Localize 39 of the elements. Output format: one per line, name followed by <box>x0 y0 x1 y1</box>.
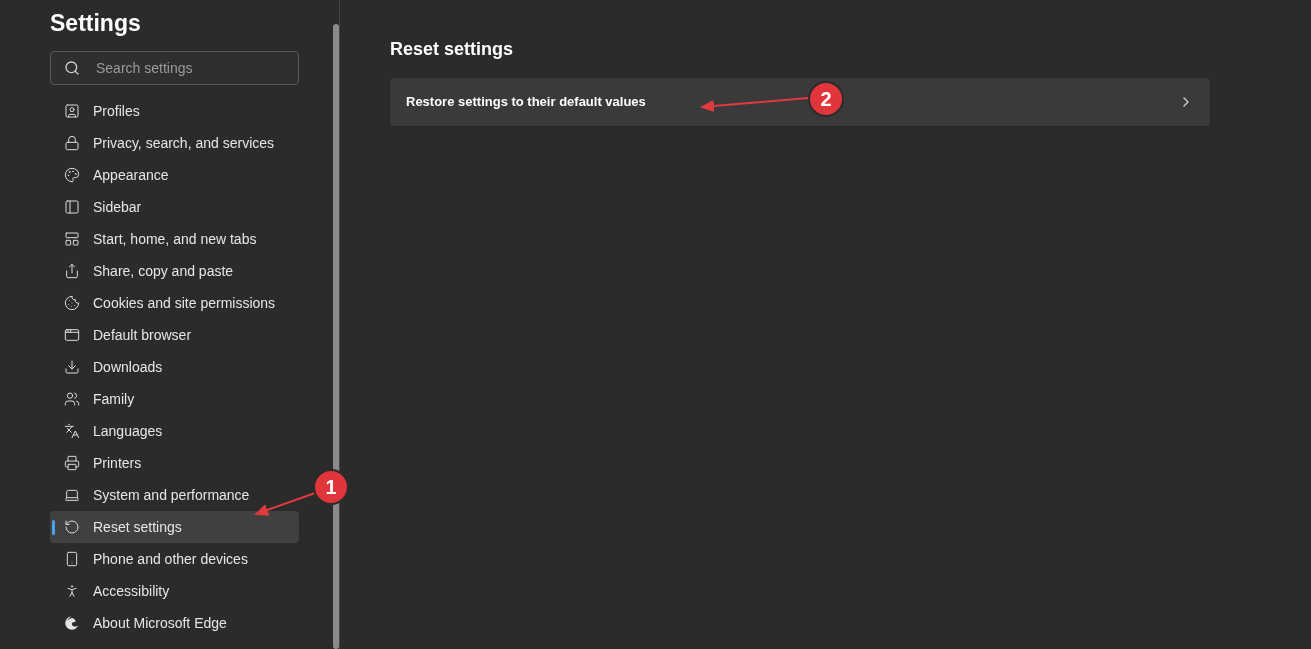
reset-icon <box>64 519 80 535</box>
browser-window-icon <box>64 327 80 343</box>
lock-icon <box>64 135 80 151</box>
sidebar-item[interactable]: Phone and other devices <box>50 543 299 575</box>
layout-icon <box>64 231 80 247</box>
sidebar-item[interactable]: Accessibility <box>50 575 299 607</box>
share-icon <box>64 263 80 279</box>
sidebar-item[interactable]: About Microsoft Edge <box>50 607 299 639</box>
palette-icon <box>64 167 80 183</box>
edge-logo-icon <box>64 615 80 631</box>
printer-icon <box>64 455 80 471</box>
sidebar-item[interactable]: Profiles <box>50 95 299 127</box>
page-heading: Reset settings <box>390 38 515 61</box>
callout-badge: 1 <box>313 469 349 505</box>
accessibility-icon <box>64 583 80 599</box>
sidebar-item[interactable]: Downloads <box>50 351 299 383</box>
sidebar-item[interactable]: Privacy, search, and services <box>50 127 299 159</box>
profile-icon <box>64 103 80 119</box>
sidebar-item[interactable]: Printers <box>50 447 299 479</box>
sidebar-item[interactable]: Start, home, and new tabs <box>50 223 299 255</box>
sidebar-item[interactable]: Share, copy and paste <box>50 255 299 287</box>
sidebar-item[interactable]: Default browser <box>50 319 299 351</box>
cookie-icon <box>64 295 80 311</box>
people-icon <box>64 391 80 407</box>
laptop-icon <box>64 487 80 503</box>
sidebar-item[interactable]: Languages <box>50 415 299 447</box>
sidebar-item[interactable]: Cookies and site permissions <box>50 287 299 319</box>
panel-icon <box>64 199 80 215</box>
sidebar-item[interactable]: Appearance <box>50 159 299 191</box>
search-icon <box>64 60 80 76</box>
sidebar-item[interactable]: System and performance <box>50 479 299 511</box>
sidebar-item[interactable]: Reset settings <box>50 511 299 543</box>
search-field[interactable]: Search settings <box>50 51 299 85</box>
sidebar-item[interactable]: Family <box>50 383 299 415</box>
settings-title: Settings <box>50 9 142 37</box>
languages-icon <box>64 423 80 439</box>
download-icon <box>64 359 80 375</box>
phone-icon <box>64 551 80 567</box>
sidebar-item[interactable]: Sidebar <box>50 191 299 223</box>
